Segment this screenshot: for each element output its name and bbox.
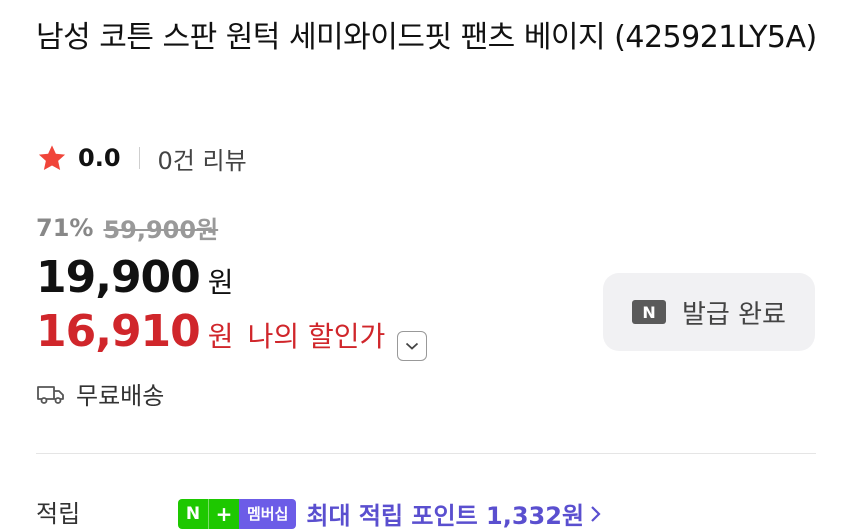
discount-rate: 71%: [36, 213, 94, 242]
points-row[interactable]: N + 멤버십 최대 적립 포인트 1,332원: [178, 496, 602, 531]
coupon-button-label: 발급 완료: [682, 299, 786, 330]
original-price-row: 71% 59,900원: [36, 210, 218, 245]
my-price-expand-button[interactable]: [397, 331, 428, 361]
chevron-right-icon: [591, 505, 601, 522]
sale-price: 19,900: [36, 252, 201, 303]
sale-price-unit: 원: [207, 266, 234, 299]
my-price-label: 나의 할인가: [247, 320, 386, 353]
my-price-unit: 원: [207, 320, 234, 353]
star-icon: [38, 145, 66, 170]
membership-label: 멤버십: [239, 498, 297, 529]
chevron-down-icon: [406, 342, 419, 350]
shipping-label: 무료배송: [76, 382, 165, 410]
shipping-row: 무료배송: [36, 376, 164, 411]
naver-n-icon: N: [632, 300, 667, 324]
my-price: 16,910: [36, 306, 201, 357]
sale-price-row: 19,900 원: [36, 252, 234, 303]
review-count-link[interactable]: 0건 리뷰: [158, 141, 247, 176]
plus-icon: +: [208, 498, 239, 529]
original-price: 59,900원: [103, 216, 219, 244]
product-title: 남성 코튼 스판 원턱 세미와이드핏 팬츠 베이지 (425921LY5A): [36, 20, 817, 55]
divider: [36, 453, 816, 454]
points-label: 적립: [36, 500, 81, 528]
naver-n-icon: N: [178, 498, 208, 529]
coupon-issued-button[interactable]: N 발급 완료: [603, 273, 815, 351]
rating-score: 0.0: [78, 144, 121, 172]
max-points-link[interactable]: 최대 적립 포인트 1,332원: [306, 496, 584, 531]
my-price-row: 16,910 원 나의 할인가: [36, 306, 428, 361]
truck-icon: [37, 385, 64, 404]
divider: [138, 147, 140, 169]
naver-plus-membership-badge: N + 멤버십: [178, 498, 297, 529]
rating-row: 0.0 0건 리뷰: [36, 138, 247, 178]
